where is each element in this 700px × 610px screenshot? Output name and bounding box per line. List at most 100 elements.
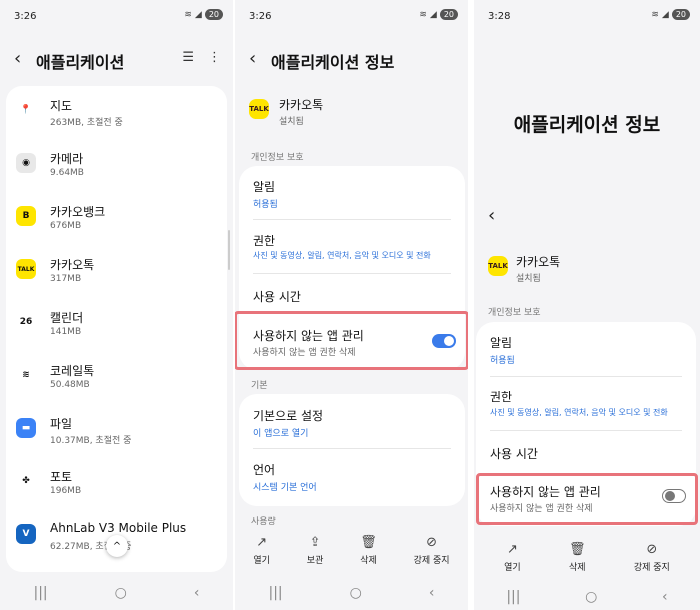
app-size: 676MB [50, 221, 82, 231]
app-list-item[interactable]: 📍 지도 263MB, 초절전 중 [6, 86, 227, 139]
home-icon[interactable]: ○ [585, 589, 597, 605]
camera-icon: ◉ [16, 153, 36, 173]
trash-icon: 🗑 [360, 535, 377, 550]
status-bar: 3:26 ≋ ◢ 20 [0, 0, 233, 32]
battery-icon: 20 [671, 9, 690, 20]
notification-setting[interactable]: 알림 허용됨 [239, 166, 465, 219]
app-size: 196MB [50, 486, 82, 496]
app-list-item[interactable]: ✤ 포토 196MB [6, 457, 227, 510]
open-button[interactable]: ↗ 열기 [253, 535, 270, 566]
status-bar: 3:26 ≋ ◢ 20 [235, 0, 468, 32]
app-info-screen: 3:26 ≋ ◢ 20 ‹ 애플리케이션 정보 TALK 카카오톡 설치됨 개인… [235, 0, 468, 610]
section-default: 기본 [251, 381, 268, 391]
permission-setting[interactable]: 권한 사진 및 동영상, 알림, 연락처, 음악 및 오디오 및 전화 [239, 220, 465, 273]
page-title: 애플리케이션 [36, 53, 125, 72]
recent-apps-icon[interactable]: ||| [34, 585, 48, 601]
kakaotalk-icon: TALK [488, 256, 508, 276]
scrollbar[interactable] [228, 230, 230, 270]
back-button[interactable]: ‹ [249, 48, 256, 69]
archive-button[interactable]: ⇪ 보관 [307, 535, 324, 566]
app-bar: ‹ 애플리케이션 ☰ ⋮ [0, 44, 233, 76]
open-icon: ↗ [506, 542, 518, 557]
app-list-item[interactable]: 26 캘린더 141MB [6, 298, 227, 351]
app-list-item[interactable]: ≋ 코레일톡 50.48MB [6, 351, 227, 404]
force-stop-button[interactable]: ⊘ 강제 중지 [634, 542, 670, 573]
section-privacy: 개인정보 보호 [251, 153, 304, 163]
scroll-to-top-button[interactable]: ^ [106, 535, 128, 557]
recent-apps-icon[interactable]: ||| [269, 585, 283, 601]
app-name: 파일 [50, 417, 73, 431]
app-list-item[interactable]: TALK 카카오톡 317MB [6, 245, 227, 298]
photos-icon: ✤ [16, 471, 36, 491]
home-icon[interactable]: ○ [350, 585, 362, 601]
app-name: 카카오톡 [516, 255, 561, 269]
back-button[interactable]: ‹ [14, 48, 21, 69]
force-stop-button[interactable]: ⊘ 강제 중지 [414, 535, 450, 566]
search-filter-icon[interactable]: ☰ [182, 50, 194, 65]
usage-time-setting[interactable]: 사용 시간 [476, 431, 696, 475]
more-options-icon[interactable]: ⋮ [208, 50, 221, 65]
app-list-item[interactable]: ◉ 카메라 9.64MB [6, 139, 227, 192]
bottom-action-bar: ↗ 열기 ⇪ 보관 🗑 삭제 ⊘ 강제 중지 [235, 535, 468, 566]
files-icon: ▬ [16, 418, 36, 438]
status-time: 3:28 [488, 11, 511, 22]
app-list: 📍 지도 263MB, 초절전 중 ◉ 카메라 9.64MB B 카카오뱅크 676MB TALK… [6, 86, 227, 572]
app-list-item[interactable]: B 카카오뱅크 676MB [6, 192, 227, 245]
force-stop-icon: ⊘ [646, 542, 658, 557]
wifi-icon: ≋ [184, 9, 192, 20]
kakaotalk-icon: TALK [249, 99, 269, 119]
highlight-box [476, 473, 698, 525]
notification-setting[interactable]: 알림 허용됨 [476, 322, 696, 376]
page-title: 애플리케이션 정보 [513, 114, 661, 136]
back-button[interactable]: ‹ [488, 205, 495, 226]
home-icon[interactable]: ○ [115, 585, 127, 601]
kakaotalk-icon: TALK [16, 259, 36, 279]
app-name: 카메라 [50, 152, 84, 166]
archive-icon: ⇪ [309, 535, 321, 550]
delete-button[interactable]: 🗑 삭제 [360, 535, 377, 566]
calendar-icon: 26 [16, 312, 36, 332]
status-bar: 3:28 ≋ ◢ 20 [474, 0, 700, 32]
app-name: 카카오뱅크 [50, 205, 106, 219]
page-title: 애플리케이션 정보 [271, 53, 395, 72]
set-as-default-setting[interactable]: 기본으로 설정 이 앱으로 열기 [239, 394, 465, 448]
app-list-item[interactable]: ▬ 파일 10.37MB, 초절전 중 [6, 404, 227, 457]
battery-icon: 20 [439, 9, 458, 20]
language-setting[interactable]: 언어 시스템 기본 언어 [239, 449, 465, 505]
app-list-screen: 3:26 ≋ ◢ 20 ‹ 애플리케이션 ☰ ⋮ 📍 지도 263MB, 초절전 중… [0, 0, 233, 610]
nav-bar: ||| ○ ‹ [474, 582, 700, 610]
permission-setting[interactable]: 권한 사진 및 동영상, 알림, 연락처, 음악 및 오디오 및 전화 [476, 377, 696, 430]
delete-button[interactable]: 🗑 삭제 [569, 542, 586, 573]
section-privacy: 개인정보 보호 [488, 308, 541, 318]
app-name: 지도 [50, 99, 73, 113]
app-size: 141MB [50, 327, 82, 337]
app-size: 263MB, 초절전 중 [50, 118, 123, 128]
app-name: AhnLab V3 Mobile Plus [50, 521, 187, 535]
app-size: 10.37MB, 초절전 중 [50, 436, 132, 446]
signal-icon: ◢ [194, 9, 202, 20]
app-status: 설치됨 [516, 274, 541, 284]
korail-icon: ≋ [16, 365, 36, 385]
signal-icon: ◢ [661, 9, 669, 20]
app-name: 코레일톡 [50, 364, 95, 378]
back-nav-icon[interactable]: ‹ [429, 585, 435, 601]
default-card: 기본으로 설정 이 앱으로 열기 언어 시스템 기본 언어 [239, 394, 465, 506]
back-nav-icon[interactable]: ‹ [662, 589, 668, 605]
app-size: 317MB [50, 274, 82, 284]
bottom-action-bar: ↗ 열기 🗑 삭제 ⊘ 강제 중지 [474, 542, 700, 573]
kakaobank-icon: B [16, 206, 36, 226]
trash-icon: 🗑 [569, 542, 586, 557]
app-size: 50.48MB [50, 380, 90, 390]
battery-icon: 20 [204, 9, 223, 20]
status-time: 3:26 [14, 11, 37, 22]
wifi-icon: ≋ [419, 9, 427, 20]
app-size: 9.64MB [50, 168, 84, 178]
nav-bar: ||| ○ ‹ [0, 578, 233, 608]
open-icon: ↗ [256, 535, 268, 550]
highlight-box [235, 311, 468, 370]
recent-apps-icon[interactable]: ||| [506, 589, 520, 605]
open-button[interactable]: ↗ 열기 [504, 542, 521, 573]
back-nav-icon[interactable]: ‹ [194, 585, 200, 601]
signal-icon: ◢ [429, 9, 437, 20]
force-stop-icon: ⊘ [426, 535, 438, 550]
